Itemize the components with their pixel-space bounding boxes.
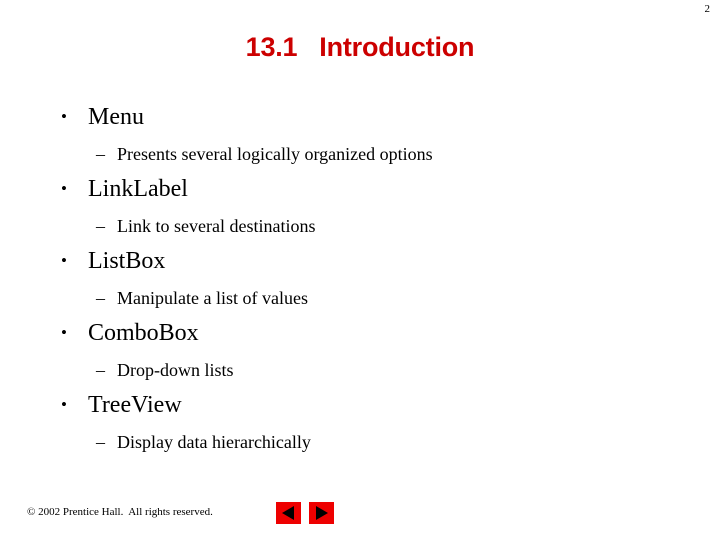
sub-bullet-item-label: Display data hierarchically [117, 432, 311, 452]
dash-marker-icon: – [96, 216, 105, 236]
bullet-group-combobox: • ComboBox – Drop-down lists [0, 317, 720, 389]
sub-bullet-item-listbox: – Manipulate a list of values [0, 281, 720, 317]
dash-marker-icon: – [96, 432, 105, 452]
bullet-item-label: TreeView [88, 392, 182, 418]
dash-marker-icon: – [96, 360, 105, 380]
triangle-left-icon [282, 506, 294, 520]
next-slide-button[interactable] [309, 502, 334, 524]
dash-marker-icon: – [96, 288, 105, 308]
bullet-item-label: ComboBox [88, 320, 199, 346]
bullet-group-linklabel: • LinkLabel – Link to several destinatio… [0, 173, 720, 245]
sub-bullet-item-label: Link to several destinations [117, 216, 316, 236]
navigation-buttons [276, 502, 334, 524]
page-title: 13.1 Introduction [245, 32, 475, 62]
sub-bullet-item-label: Drop-down lists [117, 360, 234, 380]
bullet-marker-icon: • [61, 251, 67, 270]
dash-marker-icon: – [96, 144, 105, 164]
sub-bullet-item-label: Manipulate a list of values [117, 288, 308, 308]
bullet-item-treeview: • TreeView [0, 389, 720, 425]
copyright-notice: © 2002 Prentice Hall. All rights reserve… [27, 506, 213, 518]
footer: © 2002 Prentice Hall. All rights reserve… [0, 500, 720, 540]
slide: 2 13.1 Introduction • Menu – Presents se… [0, 0, 720, 540]
bullet-item-listbox: • ListBox [0, 245, 720, 281]
bullet-item-combobox: • ComboBox [0, 317, 720, 353]
triangle-right-icon [316, 506, 328, 520]
bullet-item-menu: • Menu [0, 101, 720, 137]
bullet-marker-icon: • [61, 107, 67, 126]
bullet-group-listbox: • ListBox – Manipulate a list of values [0, 245, 720, 317]
bullet-item-linklabel: • LinkLabel [0, 173, 720, 209]
page-number: 2 [704, 3, 711, 15]
bullet-group-treeview: • TreeView – Display data hierarchically [0, 389, 720, 461]
sub-bullet-item-treeview: – Display data hierarchically [0, 425, 720, 461]
bullet-group-menu: • Menu – Presents several logically orga… [0, 101, 720, 173]
bullet-marker-icon: • [61, 179, 67, 198]
bullet-marker-icon: • [61, 323, 67, 342]
previous-slide-button[interactable] [276, 502, 301, 524]
sub-bullet-item-combobox: – Drop-down lists [0, 353, 720, 389]
bullet-item-label: Menu [88, 104, 144, 130]
sub-bullet-item-label: Presents several logically organized opt… [117, 144, 433, 164]
sub-bullet-item-menu: – Presents several logically organized o… [0, 137, 720, 173]
bullet-item-label: ListBox [88, 248, 166, 274]
bullet-marker-icon: • [61, 395, 67, 414]
bullet-item-label: LinkLabel [88, 176, 188, 202]
bullet-list: • Menu – Presents several logically orga… [0, 101, 720, 461]
sub-bullet-item-linklabel: – Link to several destinations [0, 209, 720, 245]
